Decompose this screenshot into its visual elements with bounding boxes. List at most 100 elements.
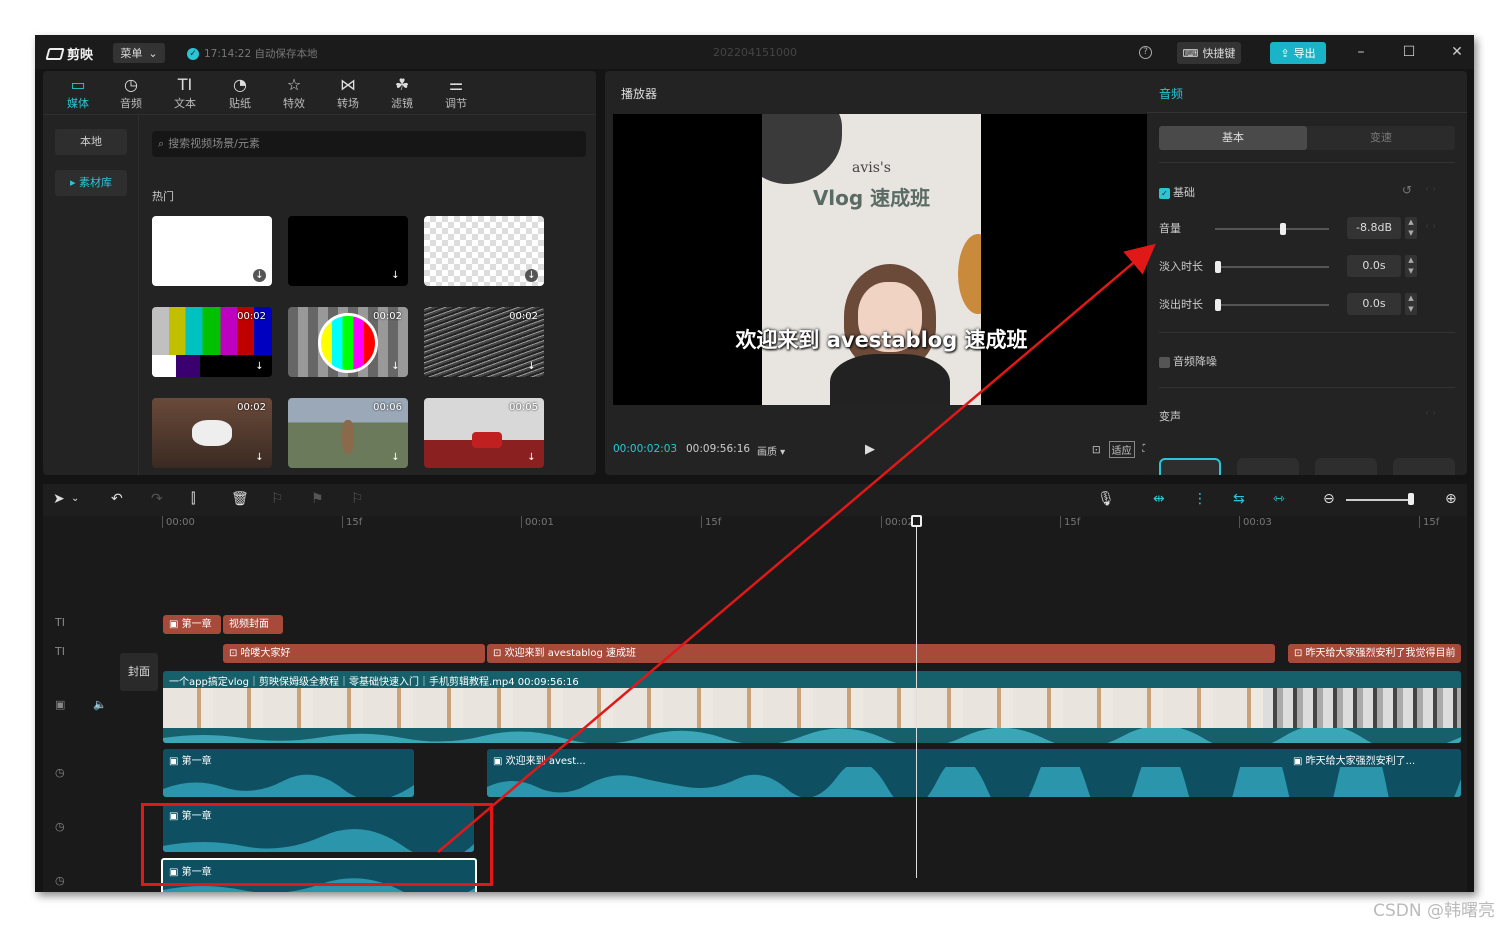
side-item-library[interactable]: ▸ 素材库 <box>55 170 127 196</box>
media-thumb[interactable]: 00:02 ↓ <box>424 307 544 377</box>
slider-knob[interactable] <box>1215 299 1221 311</box>
volume-value[interactable]: -8.8dB <box>1347 217 1401 239</box>
divider <box>1159 332 1455 333</box>
volume-stepper[interactable]: ▲ ▼ <box>1405 217 1417 239</box>
fade-in-value[interactable]: 0.0s <box>1347 255 1401 277</box>
text-clip[interactable]: ⊡ 欢迎来到 avestablog 速成班 <box>487 644 1275 663</box>
tab-basic[interactable]: 基本 <box>1159 126 1307 150</box>
current-timecode: 00:00:02:03 <box>613 443 678 455</box>
fit-button[interactable]: 适应 <box>1108 441 1135 458</box>
search-input[interactable]: ⌕ 搜索视频场景/元素 <box>152 131 586 157</box>
shortcut-button[interactable]: ⌨ 快捷键 <box>1177 42 1241 64</box>
logo-icon <box>45 47 65 60</box>
media-thumb[interactable]: 00:02 ↓ <box>288 307 408 377</box>
undo-icon[interactable]: ↶ <box>111 491 123 507</box>
media-thumb[interactable]: ↓ <box>424 216 544 286</box>
tab-sticker[interactable]: ◔ 贴纸 <box>218 75 262 111</box>
redo-icon[interactable]: ↷ <box>151 491 163 507</box>
video-preview[interactable]: avis's Vlog 速成班 欢迎来到 avestablog 速成班 <box>613 114 1150 405</box>
tab-media[interactable]: ▭ 媒体 <box>56 75 100 111</box>
side-item-local[interactable]: 本地 <box>55 129 127 155</box>
fade-out-stepper[interactable]: ▲ ▼ <box>1405 293 1417 315</box>
keyframe-icon[interactable]: ‹ › <box>1425 221 1436 232</box>
freeze-icon[interactable]: ⚐ <box>271 491 284 507</box>
quality-dropdown[interactable]: 画质 ▾ <box>757 443 785 458</box>
slider-knob[interactable] <box>1215 261 1221 273</box>
fade-in-slider[interactable] <box>1215 261 1329 273</box>
slider-knob[interactable] <box>1280 223 1287 235</box>
fade-out-slider[interactable] <box>1215 299 1329 311</box>
download-icon[interactable]: ↓ <box>253 451 266 464</box>
tab-adjust[interactable]: ⚌ 调节 <box>434 75 478 111</box>
download-icon[interactable]: ↓ <box>389 451 402 464</box>
mute-icon[interactable]: 🔈 <box>93 698 107 711</box>
download-icon[interactable]: ↓ <box>525 451 538 464</box>
media-thumb[interactable]: 00:02 ↓ <box>152 398 272 468</box>
chevron-down-icon[interactable]: ⌄ <box>71 493 79 504</box>
download-icon[interactable]: ↓ <box>525 360 538 373</box>
download-icon[interactable]: ↓ <box>253 360 266 373</box>
tab-text[interactable]: TI 文本 <box>163 75 207 111</box>
link-icon[interactable]: ⇹ <box>1153 491 1165 507</box>
playhead-handle[interactable] <box>911 515 922 527</box>
basic-checkbox[interactable]: ✓ <box>1159 187 1170 199</box>
download-icon[interactable]: ↓ <box>389 360 402 373</box>
media-thumb[interactable]: 00:02 ↓ <box>152 307 272 377</box>
voice-card[interactable] <box>1237 458 1299 475</box>
basic-section[interactable]: ✓ 基础 <box>1159 184 1195 200</box>
export-button[interactable]: ⇪ 导出 <box>1270 42 1326 64</box>
select-tool-icon[interactable]: ➤ <box>53 491 65 507</box>
download-icon[interactable]: ↓ <box>525 269 538 282</box>
tab-audio[interactable]: ◷ 音频 <box>109 75 153 111</box>
text-clip[interactable]: ⊡ 哈喽大家好 <box>223 644 485 663</box>
volume-slider[interactable] <box>1215 223 1329 235</box>
zoom-slider-knob[interactable] <box>1408 493 1414 505</box>
video-clip[interactable]: 一个app搞定vlog｜剪映保姆级全教程｜零基础快速入门｜手机剪辑教程.mp4 … <box>163 671 1461 743</box>
tab-transition[interactable]: ⋈ 转场 <box>326 75 370 111</box>
voice-card[interactable] <box>1315 458 1377 475</box>
tab-speed[interactable]: 变速 <box>1307 126 1455 150</box>
media-thumb[interactable]: 00:05 ↓ <box>424 398 544 468</box>
download-icon[interactable]: ↓ <box>253 269 266 282</box>
download-icon[interactable]: ↓ <box>389 269 402 282</box>
keyframe-icon[interactable]: ‹ › <box>1425 184 1436 195</box>
preview-axis-icon[interactable]: ⇿ <box>1273 491 1285 507</box>
zoom-in-icon[interactable]: ⊕ <box>1445 491 1457 507</box>
voice-card-none[interactable] <box>1159 458 1221 475</box>
fade-out-value[interactable]: 0.0s <box>1347 293 1401 315</box>
keyframe-icon[interactable]: ‹ › <box>1425 408 1436 419</box>
fade-in-stepper[interactable]: ▲ ▼ <box>1405 255 1417 277</box>
delete-icon[interactable]: 🗑 <box>231 491 249 507</box>
text-clip[interactable]: ▣ 第一章 <box>163 615 221 634</box>
cover-button[interactable]: 封面 <box>120 653 158 691</box>
snap-icon[interactable]: ⋮ <box>1193 491 1207 507</box>
minimize-button[interactable]: – <box>1351 43 1371 61</box>
voice-card[interactable] <box>1393 458 1455 475</box>
marker-icon[interactable]: ⚐ <box>351 491 364 507</box>
menu-button[interactable]: 菜单 ⌄ <box>113 43 165 63</box>
tab-filter[interactable]: ☘ 滤镜 <box>380 75 424 111</box>
denoise-checkbox[interactable] <box>1159 356 1170 368</box>
tab-effects[interactable]: ☆ 特效 <box>272 75 316 111</box>
waveform-icon[interactable]: ⊡ <box>1092 444 1101 456</box>
split-icon[interactable]: ⫿ <box>191 491 195 507</box>
audio-clip[interactable]: ▣ 第一章 <box>163 749 414 797</box>
text-clip[interactable]: ⊡ 昨天给大家强烈安利了我觉得目前 <box>1288 644 1461 663</box>
maximize-button[interactable]: ☐ <box>1399 43 1419 61</box>
flag-icon[interactable]: ⚑ <box>311 491 324 507</box>
play-icon[interactable]: ▶ <box>865 442 875 457</box>
linkage-icon[interactable]: ⇆ <box>1233 491 1245 507</box>
media-thumb[interactable]: 00:06 ↓ <box>288 398 408 468</box>
microphone-icon[interactable]: 🎙 <box>1097 491 1115 507</box>
text-clip[interactable]: 视频封面 <box>223 615 283 634</box>
reset-icon[interactable]: ↺ <box>1402 183 1412 197</box>
zoom-slider[interactable] <box>1346 499 1410 501</box>
media-thumb[interactable]: ↓ <box>288 216 408 286</box>
media-thumb[interactable]: ↓ <box>152 216 272 286</box>
zoom-out-icon[interactable]: ⊖ <box>1323 491 1335 507</box>
denoise-option[interactable]: 音频降噪 <box>1159 353 1217 369</box>
help-icon[interactable]: ? <box>1139 46 1152 59</box>
playhead-line[interactable] <box>916 518 917 878</box>
audio-clip[interactable]: ▣ 欢迎来到 avest... ▣ 昨天给大家强烈安利了... <box>487 749 1461 797</box>
close-button[interactable]: ✕ <box>1447 43 1467 61</box>
